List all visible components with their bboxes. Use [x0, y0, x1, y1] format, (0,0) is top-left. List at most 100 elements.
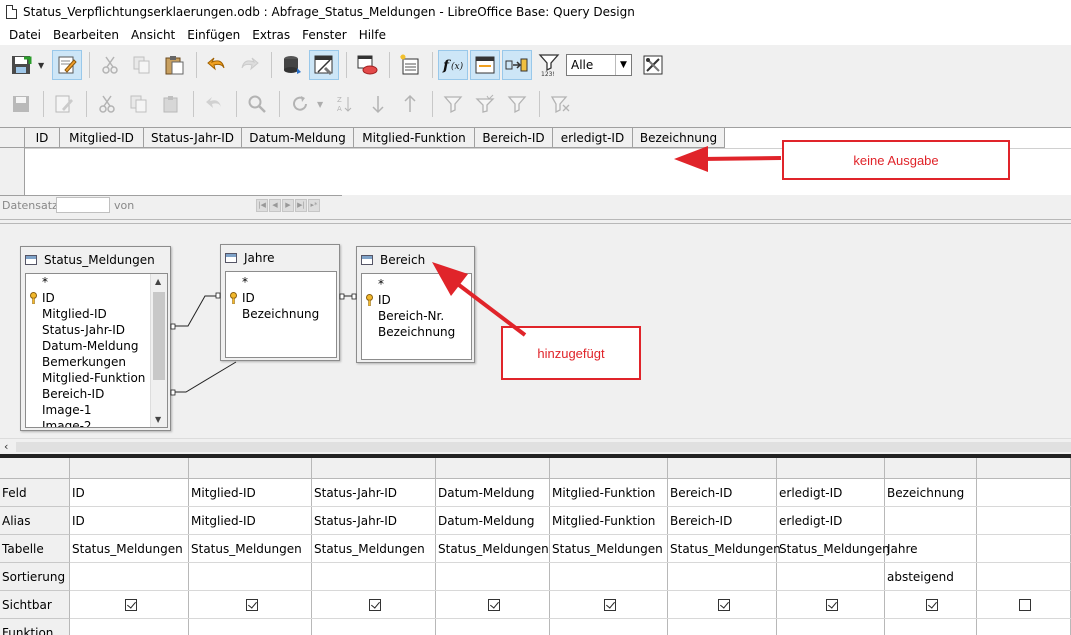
- cut-data-button[interactable]: [92, 89, 122, 119]
- cut-button[interactable]: [95, 50, 125, 80]
- criteria-field-cell[interactable]: Status-Jahr-ID: [312, 479, 436, 507]
- undo-button[interactable]: [202, 50, 232, 80]
- criteria-alias-cell[interactable]: Datum-Meldung: [436, 507, 550, 535]
- result-column-header[interactable]: ID: [25, 128, 60, 148]
- autofilter-button[interactable]: [438, 89, 468, 119]
- run-query-button[interactable]: [277, 50, 307, 80]
- criteria-sort-cell[interactable]: [189, 563, 312, 591]
- criteria-alias-cell[interactable]: erledigt-ID: [777, 507, 885, 535]
- relation-line[interactable]: [170, 361, 237, 396]
- relation-line[interactable]: [339, 293, 357, 300]
- criteria-field-cell[interactable]: Mitglied-Funktion: [550, 479, 668, 507]
- criteria-field-cell[interactable]: erledigt-ID: [777, 479, 885, 507]
- save-button[interactable]: [6, 50, 36, 80]
- criteria-table-cell[interactable]: [977, 535, 1071, 563]
- criteria-table-cell[interactable]: Status_Meldungen: [668, 535, 781, 563]
- criteria-alias-cell[interactable]: ID: [70, 507, 189, 535]
- result-column-header[interactable]: Bereich-ID: [475, 128, 553, 148]
- visible-checkbox[interactable]: [1019, 598, 1031, 611]
- paste-data-button[interactable]: [156, 89, 186, 119]
- criteria-sort-cell[interactable]: [977, 563, 1071, 591]
- result-column-header[interactable]: Status-Jahr-ID: [144, 128, 242, 148]
- previous-record-button[interactable]: ◀: [269, 198, 281, 212]
- criteria-alias-cell[interactable]: Mitglied-ID: [189, 507, 312, 535]
- criteria-field-cell[interactable]: [977, 479, 1071, 507]
- relation-line[interactable]: [170, 292, 221, 330]
- functions-button[interactable]: f (x): [438, 50, 468, 80]
- menu-bearbeiten[interactable]: Bearbeiten: [47, 28, 125, 42]
- criteria-alias-cell[interactable]: [977, 507, 1071, 535]
- criteria-function-cell[interactable]: [189, 619, 312, 635]
- visible-checkbox[interactable]: [826, 598, 838, 611]
- table-name-button[interactable]: [470, 50, 500, 80]
- criteria-sort-cell[interactable]: absteigend: [885, 563, 977, 591]
- result-column-header[interactable]: Mitglied-Funktion: [354, 128, 475, 148]
- apply-filter-button[interactable]: [470, 89, 500, 119]
- criteria-function-cell[interactable]: [668, 619, 777, 635]
- undo-data-button[interactable]: [199, 89, 229, 119]
- criteria-table-cell[interactable]: Jahre: [885, 535, 977, 563]
- criteria-field-cell[interactable]: Bezeichnung: [885, 479, 977, 507]
- design-area-horizontal-scrollbar[interactable]: ‹: [0, 438, 1071, 454]
- menu-ansicht[interactable]: Ansicht: [125, 28, 181, 42]
- criteria-function-cell[interactable]: [550, 619, 668, 635]
- record-number-input[interactable]: [56, 197, 110, 213]
- criteria-function-cell[interactable]: [777, 619, 885, 635]
- criteria-field-cell[interactable]: Datum-Meldung: [436, 479, 550, 507]
- criteria-function-cell[interactable]: [436, 619, 550, 635]
- menu-einfuegen[interactable]: Einfügen: [181, 28, 246, 42]
- clear-query-button[interactable]: [352, 50, 382, 80]
- menu-fenster[interactable]: Fenster: [296, 28, 353, 42]
- reset-filter-button[interactable]: [545, 89, 575, 119]
- refresh-button[interactable]: [285, 89, 315, 119]
- first-record-button[interactable]: |◀: [256, 198, 268, 212]
- criteria-table-cell[interactable]: Status_Meldungen: [189, 535, 312, 563]
- criteria-function-cell[interactable]: [885, 619, 977, 635]
- menu-extras[interactable]: Extras: [246, 28, 296, 42]
- visible-checkbox[interactable]: [604, 598, 616, 611]
- sort-descending-button[interactable]: [395, 89, 425, 119]
- paste-button[interactable]: [159, 50, 189, 80]
- criteria-function-cell[interactable]: [977, 619, 1071, 635]
- criteria-field-cell[interactable]: ID: [70, 479, 189, 507]
- menu-hilfe[interactable]: Hilfe: [353, 28, 392, 42]
- result-column-header[interactable]: erledigt-ID: [553, 128, 633, 148]
- chevron-down-icon[interactable]: ▼: [615, 55, 631, 75]
- sort-ascending-button[interactable]: [363, 89, 393, 119]
- criteria-table-cell[interactable]: Status_Meldungen: [777, 535, 890, 563]
- result-column-header[interactable]: Bezeichnung: [633, 128, 725, 148]
- result-grid-row-header[interactable]: [0, 148, 25, 196]
- add-tables-button[interactable]: [395, 50, 425, 80]
- edit-data-button[interactable]: [49, 89, 79, 119]
- visible-checkbox[interactable]: [124, 598, 137, 611]
- result-column-header[interactable]: Datum-Meldung: [242, 128, 354, 148]
- criteria-sort-cell[interactable]: [777, 563, 885, 591]
- criteria-function-cell[interactable]: [70, 619, 189, 635]
- design-view-toggle-button[interactable]: [309, 50, 339, 80]
- criteria-alias-cell[interactable]: Bereich-ID: [668, 507, 777, 535]
- sql-options-button[interactable]: [638, 50, 668, 80]
- pane-splitter[interactable]: [0, 219, 1071, 224]
- save-record-button[interactable]: [6, 89, 36, 119]
- menu-datei[interactable]: Datei: [3, 28, 47, 42]
- refresh-dropdown-arrow[interactable]: ▼: [317, 100, 327, 109]
- limit-select[interactable]: Alle ▼: [566, 54, 632, 76]
- visible-checkbox[interactable]: [369, 598, 381, 611]
- criteria-alias-cell[interactable]: Mitglied-Funktion: [550, 507, 668, 535]
- visible-checkbox[interactable]: [717, 598, 730, 611]
- criteria-sort-cell[interactable]: [70, 563, 189, 591]
- visible-checkbox[interactable]: [926, 598, 938, 611]
- criteria-sort-cell[interactable]: [668, 563, 777, 591]
- criteria-alias-cell[interactable]: [885, 507, 977, 535]
- find-record-button[interactable]: [242, 89, 272, 119]
- criteria-alias-cell[interactable]: Status-Jahr-ID: [312, 507, 436, 535]
- redo-button[interactable]: [234, 50, 264, 80]
- criteria-field-cell[interactable]: Bereich-ID: [668, 479, 777, 507]
- edit-mode-button[interactable]: [52, 50, 82, 80]
- criteria-table-cell[interactable]: Status_Meldungen: [550, 535, 668, 563]
- scrollbar-track[interactable]: [16, 442, 1071, 452]
- visible-checkbox[interactable]: [488, 598, 500, 611]
- criteria-table-cell[interactable]: Status_Meldungen: [312, 535, 436, 563]
- criteria-sort-cell[interactable]: [550, 563, 668, 591]
- criteria-table-cell[interactable]: Status_Meldungen: [70, 535, 189, 563]
